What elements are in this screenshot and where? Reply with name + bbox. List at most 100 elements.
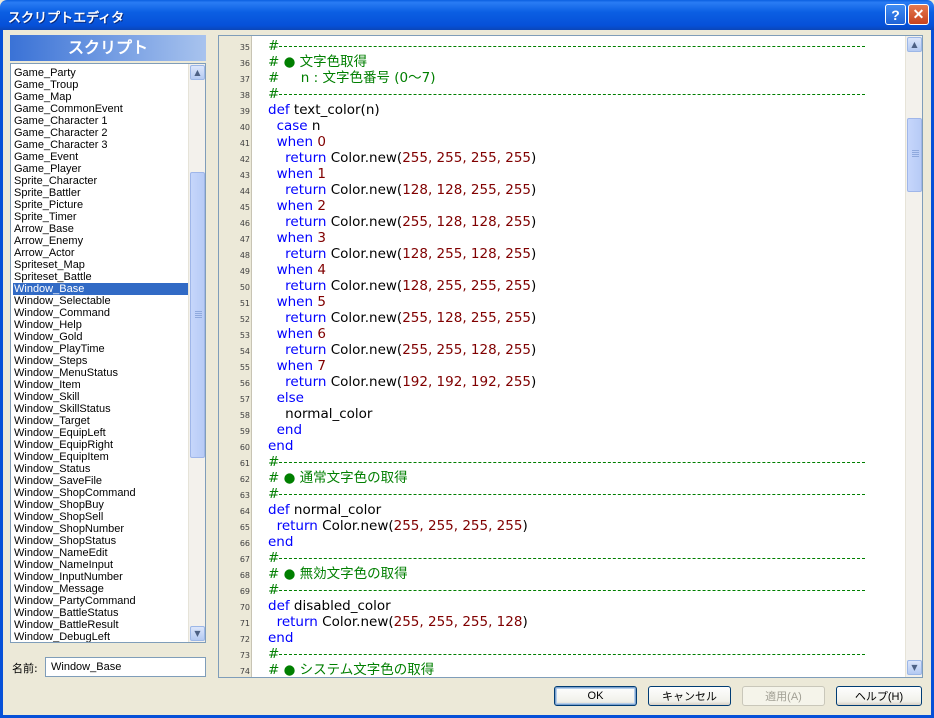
help-title-button[interactable]: ?	[885, 4, 906, 25]
script-list-item[interactable]: Sprite_Timer	[13, 211, 188, 223]
name-label: 名前:	[12, 662, 38, 675]
code-token-num: 128, 255, 255, 255	[402, 278, 532, 294]
script-list-item[interactable]: Sprite_Picture	[13, 199, 188, 211]
script-list-item[interactable]: Window_Skill	[13, 391, 188, 403]
script-list-item[interactable]: Window_SaveFile	[13, 475, 188, 487]
script-list-item[interactable]: Game_Party	[13, 67, 188, 79]
script-list-item[interactable]: Window_Target	[13, 415, 188, 427]
scroll-up-arrow-icon[interactable]: ▲	[907, 37, 922, 52]
title-bar[interactable]: スクリプトエディタ ? ✕	[0, 0, 934, 30]
script-list-scrollbar[interactable]: ▲ ▼	[188, 64, 205, 642]
code-line: # ● 無効文字色の取得	[268, 566, 408, 582]
line-number: 52	[239, 315, 250, 324]
script-list-item[interactable]: Window_EquipRight	[13, 439, 188, 451]
code-token-plain: text_color(n)	[293, 102, 380, 118]
cancel-button[interactable]: キャンセル	[648, 686, 731, 706]
code-token-kw: def	[268, 598, 294, 614]
code-token-kw: return	[268, 310, 331, 326]
script-list-item[interactable]: Arrow_Enemy	[13, 235, 188, 247]
help-button[interactable]: ヘルプ(H)	[836, 686, 922, 706]
code-token-plain: Color.new(	[330, 182, 403, 198]
script-list-item[interactable]: Window_ShopNumber	[13, 523, 188, 535]
script-list-item[interactable]: Window_Base	[13, 283, 188, 295]
script-list-item[interactable]: Window_SkillStatus	[13, 403, 188, 415]
line-number: 67	[239, 555, 250, 564]
comment-separator: #	[268, 86, 280, 102]
script-list-item[interactable]: Window_Item	[13, 379, 188, 391]
script-list-item[interactable]: Arrow_Base	[13, 223, 188, 235]
script-list-item[interactable]: Window_DebugLeft	[13, 631, 188, 642]
code-token-plain: Color.new(	[330, 374, 403, 390]
code-token-kw: def	[268, 502, 294, 518]
code-token-plain: )	[522, 614, 528, 630]
scroll-down-arrow-icon[interactable]: ▼	[907, 660, 922, 675]
code-token-num: 192, 192, 192, 255	[402, 374, 532, 390]
script-name-input[interactable]	[45, 657, 206, 677]
script-list-item[interactable]: Window_MenuStatus	[13, 367, 188, 379]
script-list-header: スクリプト	[10, 35, 206, 61]
code-token-plain: Color.new(	[330, 246, 403, 262]
code-line: end	[268, 630, 293, 646]
script-list-item[interactable]: Game_Player	[13, 163, 188, 175]
script-list-item[interactable]: Window_NameInput	[13, 559, 188, 571]
editor-scrollbar[interactable]: ▲ ▼	[905, 36, 922, 677]
code-line: normal_color	[268, 406, 372, 422]
script-list-item[interactable]: Game_Character 1	[13, 115, 188, 127]
script-list-item[interactable]: Spriteset_Map	[13, 259, 188, 271]
script-list-item[interactable]: Window_InputNumber	[13, 571, 188, 583]
code-token-kw: return	[268, 150, 331, 166]
comment-dash-line	[279, 46, 865, 47]
apply-button[interactable]: 適用(A)	[742, 686, 825, 706]
code-line: return Color.new(255, 255, 255, 255)	[268, 518, 528, 534]
code-editor[interactable]: ▲ ▼ 35 #36 # ● 文字色取得 37 # n : 文字色番号 (0〜7) 38 #…	[218, 35, 923, 678]
code-token-num: 255, 128, 255, 255	[402, 310, 532, 326]
scroll-up-arrow-icon[interactable]: ▲	[190, 65, 205, 80]
script-list-item[interactable]: Window_ShopStatus	[13, 535, 188, 547]
script-list-item[interactable]: Window_BattleStatus	[13, 607, 188, 619]
script-list-item[interactable]: Window_BattleResult	[13, 619, 188, 631]
script-list-item[interactable]: Window_EquipLeft	[13, 427, 188, 439]
script-list-item[interactable]: Window_ShopBuy	[13, 499, 188, 511]
script-list-item[interactable]: Game_CommonEvent	[13, 103, 188, 115]
script-list-item[interactable]: Window_Status	[13, 463, 188, 475]
script-list-item[interactable]: Game_Event	[13, 151, 188, 163]
script-list-item[interactable]: Window_Steps	[13, 355, 188, 367]
code-token-kw: end	[268, 422, 303, 438]
script-list-item[interactable]: Arrow_Actor	[13, 247, 188, 259]
script-list-item[interactable]: Spriteset_Battle	[13, 271, 188, 283]
close-button[interactable]: ✕	[908, 4, 929, 25]
script-list-item[interactable]: Window_Gold	[13, 331, 188, 343]
line-number: 63	[239, 491, 250, 500]
scrollbar-thumb[interactable]	[190, 172, 205, 458]
code-token-kw: def	[268, 102, 294, 118]
script-list-item[interactable]: Window_PlayTime	[13, 343, 188, 355]
line-number: 41	[239, 139, 250, 148]
code-token-plain: Color.new(	[330, 310, 403, 326]
code-token-num: 5	[317, 294, 326, 310]
script-list-item[interactable]: Game_Troup	[13, 79, 188, 91]
script-list-item[interactable]: Window_NameEdit	[13, 547, 188, 559]
code-line: return Color.new(255, 128, 255, 255)	[268, 310, 536, 326]
ok-button[interactable]: OK	[554, 686, 637, 706]
script-list-item[interactable]: Game_Map	[13, 91, 188, 103]
script-list-item[interactable]: Window_PartyCommand	[13, 595, 188, 607]
script-list-item[interactable]: Window_Command	[13, 307, 188, 319]
script-list-item[interactable]: Game_Character 3	[13, 139, 188, 151]
scroll-down-arrow-icon[interactable]: ▼	[190, 626, 205, 641]
script-list-item[interactable]: Window_Help	[13, 319, 188, 331]
script-list-item[interactable]: Sprite_Battler	[13, 187, 188, 199]
script-list-item[interactable]: Window_EquipItem	[13, 451, 188, 463]
line-number: 44	[239, 187, 250, 196]
script-list-item[interactable]: Game_Character 2	[13, 127, 188, 139]
code-line: else	[268, 390, 304, 406]
code-line: when 3	[268, 230, 326, 246]
scrollbar-thumb[interactable]	[907, 118, 922, 192]
script-list-item[interactable]: Window_Selectable	[13, 295, 188, 307]
line-number: 73	[239, 651, 250, 660]
script-list-item[interactable]: Window_Message	[13, 583, 188, 595]
code-line: when 0	[268, 134, 326, 150]
script-list-item[interactable]: Sprite_Character	[13, 175, 188, 187]
script-list-item[interactable]: Window_ShopSell	[13, 511, 188, 523]
script-list-item[interactable]: Window_ShopCommand	[13, 487, 188, 499]
script-list[interactable]: ▲ ▼ Game_Party Game_Troup Game_Map Game_Com…	[10, 63, 206, 643]
